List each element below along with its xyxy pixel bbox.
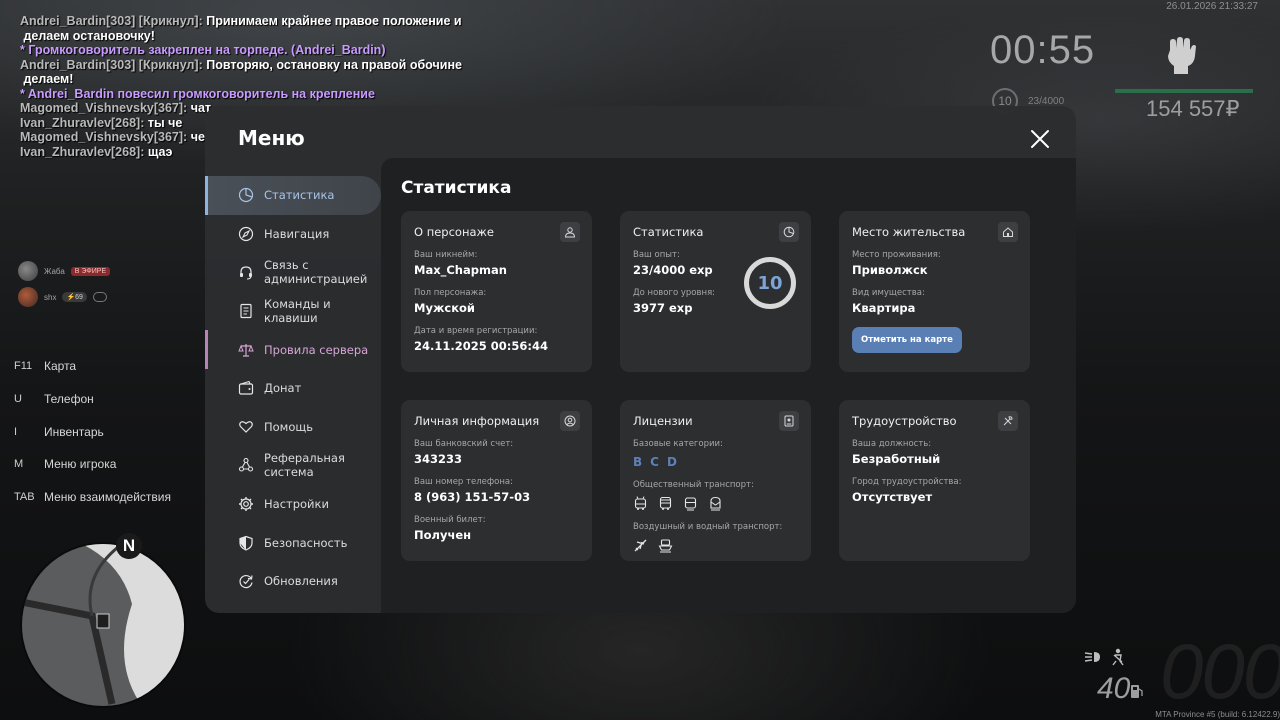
- chat-line: Andrei_Bardin[303] [Крикнул]: Принимаем …: [20, 14, 462, 43]
- fuel-level: 40: [1097, 672, 1131, 705]
- personal-info-card: Личная информация Ваш банковский счет: 3…: [401, 400, 592, 561]
- chat-line: Andrei_Bardin[303] [Крикнул]: Повторяю, …: [20, 57, 462, 87]
- seatbelt-icon: [1112, 648, 1124, 666]
- menu-title: Меню: [238, 126, 305, 150]
- eye-icon: [92, 292, 107, 302]
- refresh-check-icon: [239, 575, 253, 589]
- chat-line: * Andrei_Bardin повесил громкоговоритель…: [20, 86, 375, 101]
- nav-item-statistics[interactable]: Статистика: [205, 176, 381, 215]
- bus-icon: [659, 496, 672, 510]
- license-category: B: [633, 455, 643, 469]
- north-marker: N: [116, 533, 142, 559]
- user-circle-icon: [560, 411, 580, 431]
- military-id-value: Получен: [414, 528, 472, 542]
- residence-card: Место жительства Место проживания: Приво…: [839, 211, 1030, 372]
- fist-weapon-icon: [1168, 37, 1196, 74]
- avatar: [18, 261, 38, 281]
- heart-hands-icon: [239, 420, 253, 433]
- airplane-icon: [634, 539, 647, 552]
- air-water-licenses: [633, 538, 798, 553]
- voice-user: Жаба В ЭФИРЕ: [18, 258, 111, 284]
- minimap-roads: [22, 544, 184, 706]
- nav-item-referral[interactable]: Реферальная система: [205, 446, 381, 485]
- id-card-icon: [779, 411, 799, 431]
- bank-account-value: 343233: [414, 452, 463, 466]
- nickname-value: Max_Chapman: [414, 263, 507, 277]
- page-title: Статистика: [401, 178, 512, 198]
- menu-sidebar: Статистика Навигация Связь с администрац…: [205, 176, 381, 601]
- metro-icon: [710, 496, 721, 511]
- network-icon: [238, 458, 254, 473]
- headset-icon: [240, 266, 252, 281]
- user-icon: [560, 222, 580, 242]
- employment-card: Трудоустройство Ваша должность: Безработ…: [839, 400, 1030, 561]
- wallet-icon: [238, 381, 254, 395]
- license-category: C: [650, 455, 659, 469]
- server-datetime: 26.01.2026 21:33:27: [1166, 1, 1258, 12]
- level-ring: 10: [744, 257, 796, 309]
- nav-item-commands[interactable]: Команды и клавиши: [205, 292, 381, 331]
- scales-icon: [238, 343, 254, 357]
- license-category: D: [666, 455, 677, 469]
- job-city-value: Отсутствует: [852, 490, 933, 504]
- document-icon: [240, 303, 252, 319]
- registration-date-value: 24.11.2025 00:56:44: [414, 339, 548, 353]
- gender-value: Мужской: [414, 301, 475, 315]
- hotkey-list: F11 Карта U Телефон I Инвентарь M Меню игрок…: [14, 350, 171, 513]
- hotkey-row: U Телефон: [14, 392, 94, 407]
- job-title-value: Безработный: [852, 452, 941, 466]
- pie-chart-icon: [238, 188, 254, 203]
- compass-icon: [238, 226, 254, 241]
- boat-icon: [658, 539, 673, 553]
- hotkey-row: M Меню игрока: [14, 457, 117, 472]
- minimap[interactable]: [22, 544, 184, 706]
- shield-icon: [239, 535, 253, 551]
- tram-icon: [684, 497, 697, 511]
- menu-modal: Меню Статистика Навигация Связь с админи…: [205, 106, 1076, 613]
- hotkey-row: TAB Меню взаимодействия: [14, 490, 171, 505]
- license-categories: B C D: [633, 455, 798, 469]
- build-info: MTA Province #5 (build: 6.12422.9): [1155, 710, 1280, 719]
- gear-icon: [239, 497, 253, 512]
- stats-panel: Статистика О персонаже Ваш никнейм: Max_…: [381, 158, 1076, 613]
- licenses-card: Лицензии Базовые категории: B C D Общест…: [620, 400, 811, 561]
- game-clock: 00:55: [990, 28, 1096, 72]
- nav-item-security[interactable]: Безопасность: [205, 523, 381, 562]
- headlight-icon: [1084, 652, 1100, 662]
- avatar: [18, 287, 38, 307]
- trolleybus-icon: [634, 496, 647, 510]
- hotkey-row: I Инвентарь: [14, 424, 104, 439]
- experience-card: Статистика Ваш опыт: 23/4000 exp До ново…: [620, 211, 811, 372]
- property-type-value: Квартира: [852, 301, 916, 315]
- home-icon: [998, 222, 1018, 242]
- exp-counter: 23/4000: [1028, 95, 1065, 107]
- tools-icon: [998, 411, 1018, 431]
- nav-item-donate[interactable]: Донат: [205, 369, 381, 408]
- close-button[interactable]: [1029, 128, 1051, 150]
- level-badge: ⚡69: [62, 292, 87, 302]
- pie-chart-icon: [779, 222, 799, 242]
- public-transport-licenses: [633, 496, 798, 511]
- chat-line: * Громкоговоритель закреплен на торпеде.…: [20, 43, 386, 57]
- nav-item-server-rules[interactable]: Провила сервера: [205, 330, 381, 369]
- nav-item-updates[interactable]: Обновления: [205, 562, 381, 601]
- hotkey-row: F11 Карта: [14, 359, 77, 374]
- character-card: О персонаже Ваш никнейм: Max_Chapman Пол…: [401, 211, 592, 372]
- mark-on-map-button[interactable]: Отметить на карте: [852, 327, 962, 353]
- voice-user: shx ⚡69: [18, 284, 110, 310]
- nav-item-admin-contact[interactable]: Связь с администрацией: [205, 253, 381, 292]
- nav-item-help[interactable]: Помощь: [205, 408, 381, 447]
- health-bar: [1115, 89, 1253, 93]
- phone-value: 8 (963) 151-57-03: [414, 490, 531, 504]
- city-value: Приволжск: [852, 263, 928, 277]
- voice-list: Жаба В ЭФИРЕ shx ⚡69: [18, 258, 111, 310]
- speedometer: 000: [1160, 627, 1280, 715]
- nav-item-settings[interactable]: Настройки: [205, 485, 381, 524]
- nav-item-navigation[interactable]: Навигация: [205, 215, 381, 254]
- money-balance: 154 557₽: [1146, 96, 1240, 121]
- live-badge: В ЭФИРЕ: [70, 266, 111, 276]
- fuel-pump-icon: [1131, 685, 1143, 698]
